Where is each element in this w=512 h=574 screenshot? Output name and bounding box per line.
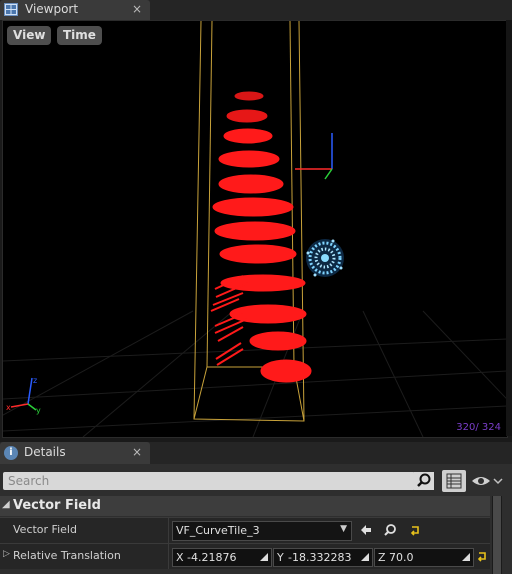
translation-x-field[interactable]: X -4.21876 xyxy=(172,548,272,567)
details-panel: Search ◢ Vector Field Vector Field VF_Cu xyxy=(0,464,512,574)
svg-text:y: y xyxy=(36,406,41,415)
reset-icon[interactable] xyxy=(409,523,423,537)
visibility-button[interactable] xyxy=(470,472,504,490)
viewport-canvas[interactable]: z x y View Time 320/ 324 xyxy=(2,20,508,438)
spin-handle-icon[interactable] xyxy=(361,553,369,561)
viewport-tab-bar: Viewport × xyxy=(0,0,512,20)
view-menu-button[interactable]: View xyxy=(7,26,52,45)
close-icon[interactable]: × xyxy=(132,2,142,16)
viewport-tab-label: Viewport xyxy=(25,2,79,16)
viewport-scene: z x y xyxy=(3,21,507,437)
section-header-vector-field[interactable]: ◢ Vector Field xyxy=(0,496,490,516)
details-tab-bar: i Details × xyxy=(0,442,512,464)
axis-label-x: X xyxy=(176,551,184,564)
section-title: Vector Field xyxy=(13,498,101,513)
asset-value: VF_CurveTile_3 xyxy=(176,524,260,537)
time-menu-button[interactable]: Time xyxy=(57,26,102,45)
details-info-icon: i xyxy=(4,446,18,460)
spin-handle-icon[interactable] xyxy=(260,553,268,561)
particle-sphere xyxy=(306,239,344,277)
arrow-left-icon[interactable] xyxy=(359,523,373,537)
svg-text:z: z xyxy=(33,376,37,385)
translation-z-field[interactable]: Z 70.0 xyxy=(374,548,474,567)
reset-icon[interactable] xyxy=(476,549,490,563)
property-label: Relative Translation xyxy=(13,549,121,562)
column-divider[interactable] xyxy=(168,518,169,543)
browse-icon[interactable] xyxy=(383,523,397,537)
frame-counter: 320/ 324 xyxy=(456,422,501,433)
collapse-arrow-icon[interactable]: ◢ xyxy=(2,499,10,510)
ground-grid xyxy=(3,310,507,437)
property-label: Vector Field xyxy=(13,523,77,536)
property-row-vector-field: Vector Field VF_CurveTile_3 ▼ xyxy=(0,517,490,543)
translation-y-field[interactable]: Y -18.332283 xyxy=(273,548,373,567)
column-divider[interactable] xyxy=(168,544,169,569)
expand-arrow-icon[interactable]: ▷ xyxy=(3,549,10,559)
search-input[interactable]: Search xyxy=(3,472,415,490)
property-row-relative-translation: ▷ Relative Translation X -4.21876 Y -18.… xyxy=(0,543,490,569)
scrollbar-thumb[interactable] xyxy=(493,496,501,574)
eye-icon xyxy=(472,477,503,485)
grid-view-icon xyxy=(446,473,462,489)
grid-view-button[interactable] xyxy=(442,470,466,492)
viewport-tab[interactable]: Viewport × xyxy=(0,0,150,20)
svg-text:x: x xyxy=(6,403,11,412)
translation-z-value: 70.0 xyxy=(389,551,414,564)
details-tab-label: Details xyxy=(24,445,66,459)
panel-edge xyxy=(506,20,512,436)
details-tab[interactable]: i Details × xyxy=(0,442,150,464)
world-axis-gizmo: z x y xyxy=(6,376,41,415)
vector-field-arrows xyxy=(210,91,312,383)
close-icon[interactable]: × xyxy=(132,445,142,459)
viewport-tab-icon xyxy=(4,3,18,16)
spin-handle-icon[interactable] xyxy=(462,553,470,561)
details-scrollbar[interactable] xyxy=(492,496,502,574)
search-button[interactable] xyxy=(414,472,434,490)
translation-x-value: -4.21876 xyxy=(187,551,237,564)
search-placeholder: Search xyxy=(8,474,50,488)
axis-label-y: Y xyxy=(277,551,284,564)
search-icon xyxy=(417,473,431,487)
translation-y-value: -18.332283 xyxy=(288,551,352,564)
chevron-down-icon: ▼ xyxy=(340,524,347,534)
axis-label-z: Z xyxy=(378,551,386,564)
vector-field-asset-dropdown[interactable]: VF_CurveTile_3 ▼ xyxy=(172,521,352,541)
